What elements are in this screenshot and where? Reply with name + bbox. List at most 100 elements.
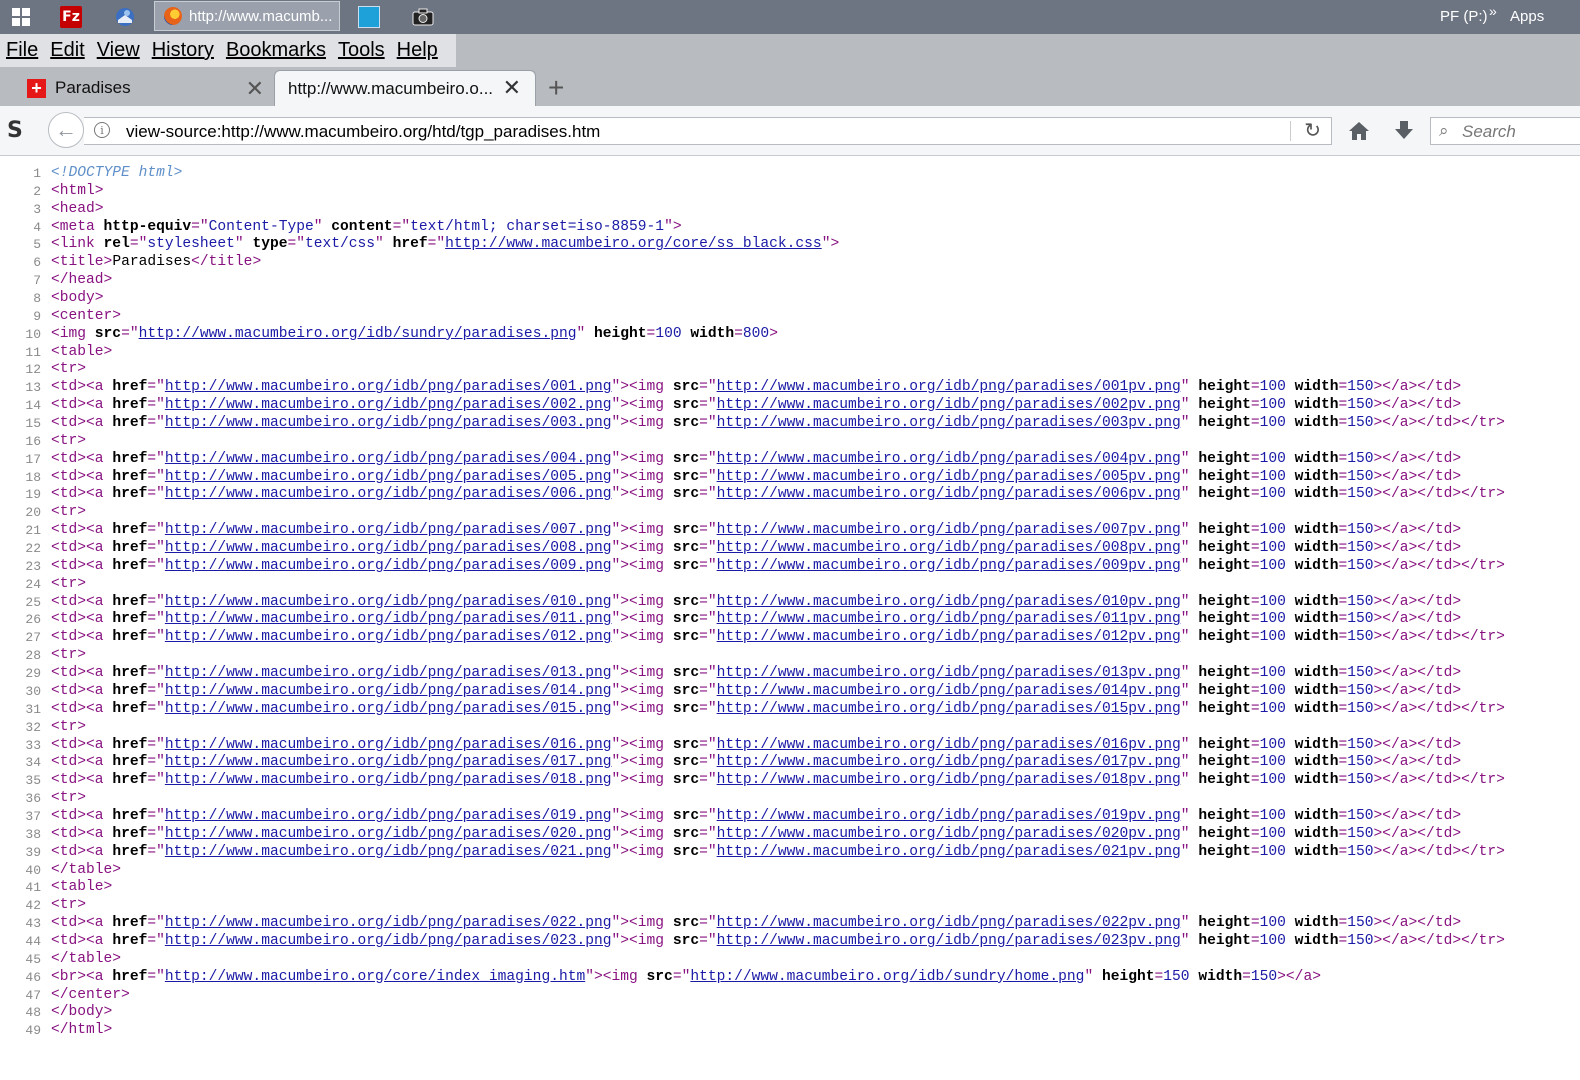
menu-help[interactable]: Help — [391, 39, 444, 62]
new-tab-plus-icon[interactable]: + — [548, 74, 564, 102]
source-link[interactable]: http://www.macumbeiro.org/idb/png/paradi… — [165, 486, 612, 502]
source-link[interactable]: http://www.macumbeiro.org/idb/png/paradi… — [165, 915, 612, 931]
source-link[interactable]: http://www.macumbeiro.org/idb/png/paradi… — [165, 469, 612, 485]
source-link[interactable]: http://www.macumbeiro.org/idb/png/paradi… — [717, 379, 1181, 395]
source-link[interactable]: http://www.macumbeiro.org/idb/png/paradi… — [165, 808, 612, 824]
source-link[interactable]: http://www.macumbeiro.org/idb/png/paradi… — [165, 397, 612, 413]
source-link[interactable]: http://www.macumbeiro.org/idb/sundry/hom… — [690, 969, 1084, 985]
url-text[interactable]: view-source:http://www.macumbeiro.org/ht… — [126, 122, 600, 142]
source-link[interactable]: http://www.macumbeiro.org/idb/png/paradi… — [165, 665, 612, 681]
filezilla-icon[interactable]: Fz — [60, 6, 82, 28]
source-link[interactable]: http://www.macumbeiro.org/idb/png/paradi… — [165, 558, 612, 574]
line-number: 6 — [33, 255, 41, 271]
menu-strip: File Edit View History Bookmarks Tools H… — [0, 34, 456, 67]
thunderbird-icon[interactable] — [112, 4, 138, 30]
info-icon[interactable]: i — [94, 122, 110, 138]
source-link[interactable]: http://www.macumbeiro.org/idb/png/paradi… — [717, 754, 1181, 770]
source-link[interactable]: http://www.macumbeiro.org/idb/png/paradi… — [717, 594, 1181, 610]
source-link[interactable]: http://www.macumbeiro.org/idb/png/paradi… — [165, 826, 612, 842]
tab-paradises[interactable]: + Paradises ✕ — [14, 70, 274, 106]
windows-start-icon[interactable] — [8, 4, 34, 30]
source-link[interactable]: http://www.macumbeiro.org/idb/png/paradi… — [717, 737, 1181, 753]
source-code: <tr> — [51, 432, 87, 449]
source-link[interactable]: http://www.macumbeiro.org/idb/png/paradi… — [165, 683, 612, 699]
line-number: 36 — [25, 791, 41, 807]
source-line: 11 <table> — [0, 344, 1580, 362]
back-arrow-icon[interactable]: ← — [48, 112, 84, 148]
menu-edit[interactable]: Edit — [44, 39, 90, 62]
source-code: <td><a href="http://www.macumbeiro.org/i… — [51, 932, 1505, 949]
source-link[interactable]: http://www.macumbeiro.org/idb/sundry/par… — [139, 326, 577, 342]
download-arrow-icon[interactable] — [1391, 118, 1417, 144]
source-link[interactable]: http://www.macumbeiro.org/idb/png/paradi… — [165, 754, 612, 770]
line-number: 9 — [33, 308, 41, 324]
source-link[interactable]: http://www.macumbeiro.org/idb/png/paradi… — [717, 933, 1181, 949]
source-line: 34 <td><a href="http://www.macumbeiro.org… — [0, 754, 1580, 772]
reload-icon[interactable]: ↻ — [1304, 118, 1321, 143]
source-link[interactable]: http://www.macumbeiro.org/idb/png/paradi… — [717, 683, 1181, 699]
source-link[interactable]: http://www.macumbeiro.org/idb/png/paradi… — [717, 415, 1181, 431]
source-line: 37 <td><a href="http://www.macumbeiro.org… — [0, 808, 1580, 826]
tab-view-source[interactable]: http://www.macumbeiro.o... ✕ — [274, 70, 536, 106]
line-number: 40 — [25, 862, 41, 878]
close-tab-icon[interactable]: ✕ — [246, 76, 264, 102]
source-link[interactable]: http://www.macumbeiro.org/idb/png/paradi… — [165, 629, 612, 645]
line-number: 13 — [25, 380, 41, 396]
source-link[interactable]: http://www.macumbeiro.org/idb/png/paradi… — [165, 451, 612, 467]
line-number: 39 — [25, 844, 41, 860]
source-view: 1 <!DOCTYPE html> 2 <html> 3 <head> 4 <meta htt… — [0, 165, 1580, 1040]
source-link[interactable]: http://www.macumbeiro.org/idb/png/paradi… — [165, 540, 612, 556]
source-link[interactable]: http://www.macumbeiro.org/idb/png/paradi… — [165, 844, 612, 860]
close-tab-icon[interactable]: ✕ — [503, 75, 521, 101]
image-viewer-icon[interactable] — [358, 6, 380, 28]
source-link[interactable]: http://www.macumbeiro.org/idb/png/paradi… — [165, 611, 612, 627]
drive-label[interactable]: PF (P:) — [1440, 8, 1488, 25]
menu-bookmarks[interactable]: Bookmarks — [220, 39, 332, 62]
source-link[interactable]: http://www.macumbeiro.org/idb/png/paradi… — [165, 594, 612, 610]
source-link[interactable]: http://www.macumbeiro.org/core/index_ima… — [165, 969, 585, 985]
taskbar-window-title: http://www.macumb... — [189, 7, 333, 25]
stylish-s-icon[interactable]: S — [7, 118, 23, 143]
source-link[interactable]: http://www.macumbeiro.org/idb/png/paradi… — [165, 522, 612, 538]
source-link[interactable]: http://www.macumbeiro.org/idb/png/paradi… — [165, 415, 612, 431]
source-link[interactable]: http://www.macumbeiro.org/idb/png/paradi… — [717, 808, 1181, 824]
source-link[interactable]: http://www.macumbeiro.org/idb/png/paradi… — [717, 451, 1181, 467]
source-code: <tr> — [51, 575, 87, 592]
source-line: 44 <td><a href="http://www.macumbeiro.org… — [0, 933, 1580, 951]
source-link[interactable]: http://www.macumbeiro.org/idb/png/paradi… — [717, 469, 1181, 485]
source-link[interactable]: http://www.macumbeiro.org/idb/png/paradi… — [717, 611, 1181, 627]
source-link[interactable]: http://www.macumbeiro.org/idb/png/paradi… — [717, 629, 1181, 645]
source-link[interactable]: http://www.macumbeiro.org/idb/png/paradi… — [717, 558, 1181, 574]
source-link[interactable]: http://www.macumbeiro.org/idb/png/paradi… — [717, 826, 1181, 842]
taskbar-firefox-window[interactable]: http://www.macumb... — [154, 1, 340, 31]
source-link[interactable]: http://www.macumbeiro.org/idb/png/paradi… — [165, 933, 612, 949]
source-link[interactable]: http://www.macumbeiro.org/idb/png/paradi… — [165, 737, 612, 753]
source-link[interactable]: http://www.macumbeiro.org/idb/png/paradi… — [717, 772, 1181, 788]
menu-tools[interactable]: Tools — [332, 39, 391, 62]
source-code: <td><a href="http://www.macumbeiro.org/i… — [51, 665, 1462, 682]
source-link[interactable]: http://www.macumbeiro.org/idb/png/paradi… — [717, 844, 1181, 860]
menu-history[interactable]: History — [146, 39, 220, 62]
source-link[interactable]: http://www.macumbeiro.org/idb/png/paradi… — [717, 701, 1181, 717]
camera-icon[interactable] — [410, 4, 436, 30]
line-number: 23 — [25, 558, 41, 574]
home-icon[interactable] — [1346, 118, 1372, 144]
source-link[interactable]: http://www.macumbeiro.org/idb/png/paradi… — [165, 772, 612, 788]
source-link[interactable]: http://www.macumbeiro.org/idb/png/paradi… — [165, 701, 612, 717]
source-link[interactable]: http://www.macumbeiro.org/idb/png/paradi… — [717, 915, 1181, 931]
source-link[interactable]: http://www.macumbeiro.org/idb/png/paradi… — [717, 522, 1181, 538]
source-line: 13 <td><a href="http://www.macumbeiro.org… — [0, 379, 1580, 397]
menu-file[interactable]: File — [0, 39, 44, 62]
source-link[interactable]: http://www.macumbeiro.org/idb/png/paradi… — [717, 397, 1181, 413]
source-code: <tr> — [51, 790, 87, 807]
search-box[interactable]: ⌕ Search — [1430, 117, 1580, 145]
toolbar-chevron-icon[interactable]: » — [1489, 3, 1497, 19]
source-link[interactable]: http://www.macumbeiro.org/idb/png/paradi… — [717, 665, 1181, 681]
source-link[interactable]: http://www.macumbeiro.org/idb/png/paradi… — [165, 379, 612, 395]
apps-label[interactable]: Apps — [1510, 8, 1544, 25]
source-link[interactable]: http://www.macumbeiro.org/core/ss_black.… — [445, 236, 822, 252]
source-link[interactable]: http://www.macumbeiro.org/idb/png/paradi… — [717, 486, 1181, 502]
source-link[interactable]: http://www.macumbeiro.org/idb/png/paradi… — [717, 540, 1181, 556]
menu-view[interactable]: View — [91, 39, 146, 62]
url-bar[interactable]: i view-source:http://www.macumbeiro.org/… — [84, 117, 1332, 145]
